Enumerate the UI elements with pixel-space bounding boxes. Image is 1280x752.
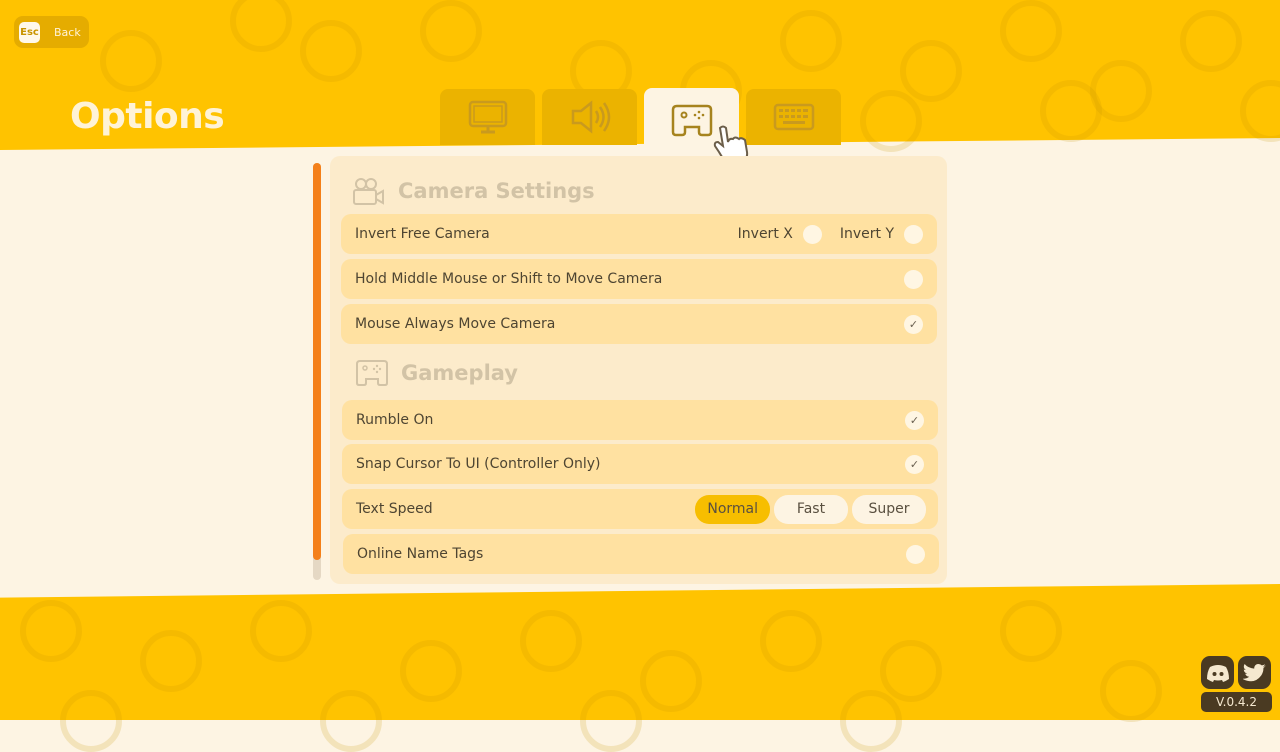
pattern-bubble	[1180, 10, 1242, 72]
pattern-bubble	[100, 30, 162, 92]
twitter-icon	[1242, 663, 1266, 681]
back-label: Back	[54, 25, 81, 39]
text-speed-fast[interactable]: Fast	[774, 494, 848, 524]
row-label: Hold Middle Mouse or Shift to Move Camer…	[355, 271, 663, 287]
row-label: Invert Free Camera	[355, 226, 490, 242]
row-snap-cursor: Snap Cursor To UI (Controller Only) ✓	[342, 444, 938, 484]
section-title: Camera Settings	[398, 179, 595, 203]
tab-keyboard[interactable]	[746, 89, 841, 145]
mouse-always-move-camera-toggle[interactable]: ✓	[904, 314, 923, 334]
scrollbar[interactable]	[313, 163, 321, 580]
row-label: Mouse Always Move Camera	[355, 316, 556, 332]
gamepad-icon	[671, 104, 712, 137]
online-name-tags-toggle[interactable]	[906, 544, 925, 564]
pattern-bubble	[300, 20, 362, 82]
pattern-bubble	[250, 600, 312, 662]
snap-cursor-toggle[interactable]: ✓	[905, 454, 924, 474]
social-links	[1201, 656, 1271, 689]
twitter-button[interactable]	[1238, 656, 1271, 689]
section-title: Gameplay	[401, 361, 518, 385]
tab-display[interactable]	[440, 89, 535, 145]
section-gameplay: Gameplay	[355, 358, 518, 388]
pattern-bubble	[640, 650, 702, 712]
row-label: Online Name Tags	[357, 546, 484, 562]
monitor-icon	[468, 100, 507, 134]
row-mouse-always-move-camera: Mouse Always Move Camera ✓	[341, 304, 937, 344]
row-hold-middle-mouse: Hold Middle Mouse or Shift to Move Camer…	[341, 259, 937, 299]
keyboard-icon	[773, 103, 814, 131]
page-title: Options	[70, 96, 225, 137]
invert-y-toggle[interactable]	[904, 224, 923, 244]
speaker-icon	[571, 100, 610, 134]
row-rumble-on: Rumble On ✓	[342, 400, 938, 440]
invert-y-label: Invert Y	[839, 226, 894, 242]
pattern-bubble	[840, 690, 902, 752]
esc-key-icon: Esc	[19, 21, 40, 43]
pattern-bubble	[760, 610, 822, 672]
pattern-bubble	[780, 10, 842, 72]
pattern-bubble	[520, 610, 582, 672]
row-online-name-tags: Online Name Tags	[343, 534, 939, 574]
pattern-bubble	[20, 600, 82, 662]
row-invert-free-camera: Invert Free Camera Invert X Invert Y	[341, 214, 937, 254]
pattern-bubble	[900, 40, 962, 102]
text-speed-super[interactable]: Super	[852, 494, 926, 524]
discord-icon	[1206, 664, 1229, 682]
pattern-bubble	[60, 690, 122, 752]
invert-x-toggle[interactable]	[802, 224, 822, 244]
version-label: V.0.4.2	[1201, 692, 1272, 712]
pattern-bubble	[1040, 80, 1102, 142]
row-text-speed: Text Speed Normal Fast Super	[342, 489, 938, 529]
video-camera-icon	[353, 178, 384, 205]
pattern-bubble	[420, 0, 482, 62]
pattern-bubble	[140, 630, 202, 692]
invert-x-label: Invert X	[737, 226, 793, 242]
text-speed-normal[interactable]: Normal	[695, 494, 770, 524]
section-camera-settings: Camera Settings	[352, 176, 595, 206]
pattern-bubble	[860, 90, 922, 152]
pattern-bubble	[880, 640, 942, 702]
row-label: Snap Cursor To UI (Controller Only)	[356, 456, 601, 472]
pattern-bubble	[1000, 600, 1062, 662]
hold-middle-mouse-toggle[interactable]	[904, 269, 923, 289]
pattern-bubble	[320, 690, 382, 752]
row-label: Text Speed	[356, 501, 433, 517]
rumble-on-toggle[interactable]: ✓	[905, 410, 924, 430]
pattern-bubble	[400, 640, 462, 702]
tab-audio[interactable]	[542, 89, 637, 145]
options-tabs	[440, 88, 841, 150]
pattern-bubble	[1000, 0, 1062, 62]
discord-button[interactable]	[1201, 656, 1234, 689]
back-button[interactable]: Esc Back	[14, 16, 89, 48]
pattern-bubble	[580, 690, 642, 752]
pattern-bubble	[1100, 660, 1162, 722]
scrollbar-thumb[interactable]	[313, 163, 321, 560]
row-label: Rumble On	[356, 412, 434, 428]
gamepad-icon	[356, 360, 388, 386]
